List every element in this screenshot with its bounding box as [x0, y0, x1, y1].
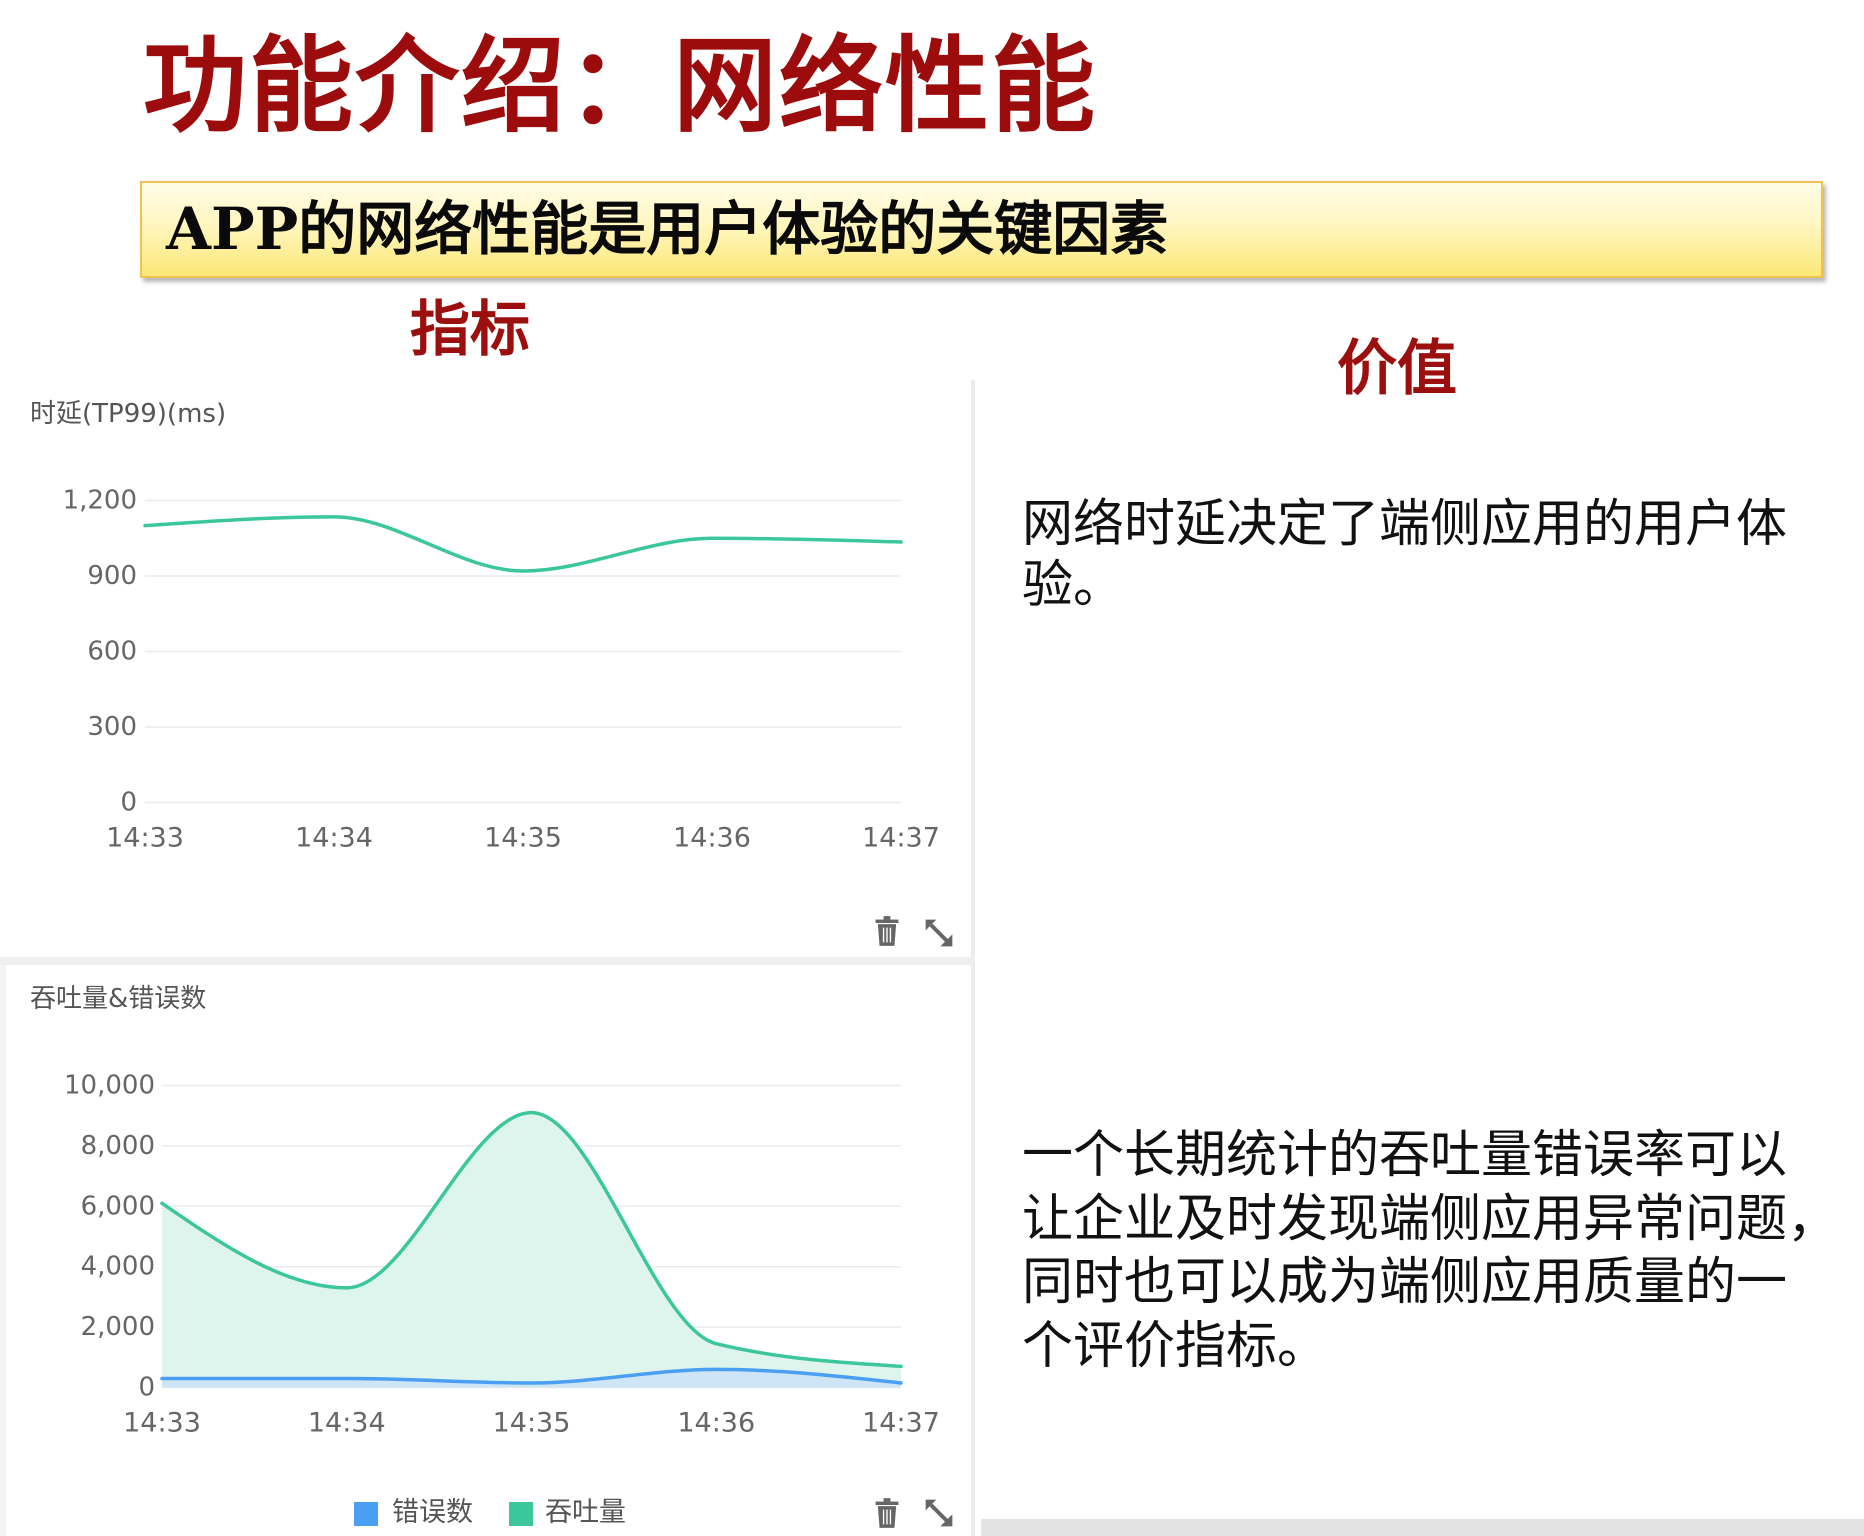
y-tick-label: 8,000	[81, 1131, 155, 1161]
y-axis-labels: 0 2,000 4,000 6,000 8,000 10,000	[64, 1071, 155, 1403]
slide-title: 功能介绍：网络性能	[143, 25, 1098, 147]
trash-handle	[883, 916, 891, 920]
y-axis-labels: 0 300 600 900 1,200	[63, 486, 137, 818]
expand-shaft	[929, 923, 949, 943]
x-tick-label: 14:34	[295, 823, 373, 854]
latency-chart: 0 300 600 900 1,200 14:33 14:34 14:35 14:36 14:37	[63, 486, 940, 854]
y-tick-label: 0	[138, 1373, 155, 1403]
y-tick-label: 0	[120, 788, 137, 818]
legend-swatch-errors[interactable]	[354, 1502, 378, 1526]
y-tick-label: 900	[87, 561, 137, 591]
latency-value-text: 网络时延决定了端侧应用的用户体 验。	[1022, 495, 1788, 615]
value-heading: 价值	[1337, 334, 1457, 404]
x-tick-label: 14:36	[673, 823, 751, 854]
throughput-value-text: 一个长期统计的吞吐量错误率可以 让企业及时发现端侧应用异常问题， 同时也可以成为…	[1022, 1126, 1839, 1376]
x-axis-labels: 14:33 14:34 14:35 14:36 14:37	[106, 823, 940, 854]
legend-label-throughput[interactable]: 吞吐量	[545, 1498, 626, 1528]
y-tick-label: 300	[87, 712, 137, 742]
trash-lid	[875, 919, 899, 923]
key-message-banner: APP的网络性能是用户体验的关键因素	[140, 181, 1823, 278]
throughput-chart-panel: 吞吐量&错误数 0 2,000 4,000 6,000 8,000 10,000 14:33…	[0, 965, 975, 1536]
trash-handle	[883, 1498, 891, 1502]
trash-icon-graphic	[875, 916, 899, 946]
series-line	[143, 515, 903, 573]
y-tick-label: 2,000	[81, 1312, 155, 1342]
x-tick-label: 14:35	[493, 1408, 571, 1439]
latency-chart-panel: 时延(TP99)(ms) 0 300 600 900 1,200 14:33 14:34 14…	[0, 380, 975, 957]
series-area	[162, 1112, 901, 1388]
x-tick-label: 14:35	[484, 823, 562, 854]
expand-icon-graphic	[925, 919, 953, 947]
grid	[145, 499, 901, 804]
trash-icon-graphic	[875, 1498, 899, 1528]
x-tick-label: 14:33	[106, 823, 184, 854]
x-tick-label: 14:34	[308, 1408, 386, 1439]
panel-divider	[0, 957, 975, 965]
expand-icon[interactable]	[923, 1497, 955, 1529]
throughput-chart: 02,0004,0006,0008,00010,00014:33 14:34 14:…	[64, 1071, 940, 1439]
y-tick-label: 6,000	[81, 1191, 155, 1221]
y-tick-label: 1,200	[63, 486, 137, 516]
trash-lid	[875, 1501, 899, 1505]
x-tick-label: 14:36	[677, 1408, 755, 1439]
metrics-heading: 指标	[410, 295, 530, 365]
trash-icon[interactable]	[871, 915, 903, 947]
x-tick-label: 14:37	[862, 1408, 940, 1439]
x-tick-label: 14:37	[862, 823, 940, 854]
y-tick-label: 10,000	[64, 1071, 155, 1101]
bottom-strip	[981, 1519, 1864, 1536]
expand-shaft	[929, 1503, 949, 1523]
series-areas	[162, 1112, 901, 1388]
banner-text: APP的网络性能是用户体验的关键因素	[166, 195, 1169, 263]
x-tick-label: 14:33	[123, 1408, 201, 1439]
x-axis-labels: 14:33 14:34 14:35 14:36 14:37	[123, 1408, 940, 1439]
expand-icon-graphic	[925, 1499, 953, 1527]
legend-swatch-throughput[interactable]	[509, 1502, 533, 1526]
legend-label-errors[interactable]: 错误数	[392, 1498, 473, 1528]
y-tick-label: 600	[87, 637, 137, 667]
y-tick-label: 4,000	[81, 1252, 155, 1282]
series-lines	[143, 515, 903, 573]
expand-icon[interactable]	[923, 917, 955, 949]
trash-icon[interactable]	[871, 1497, 903, 1529]
